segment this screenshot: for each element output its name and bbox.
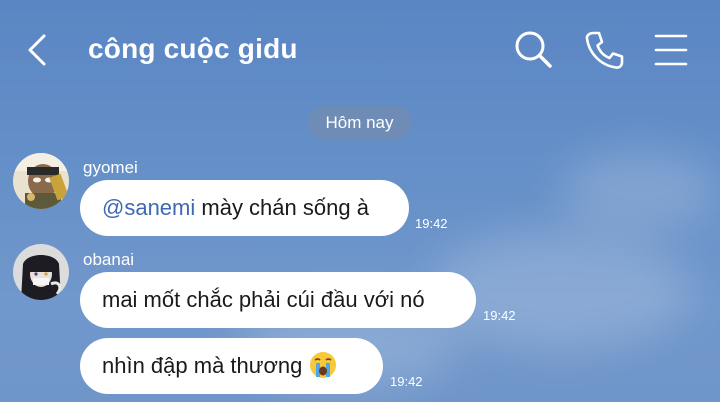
search-button[interactable] [512,28,556,72]
message-time: 19:42 [390,374,423,389]
phone-icon [585,31,624,69]
back-button[interactable] [22,30,56,70]
message-text: mày chán sống à [195,195,369,220]
chevron-left-icon [28,34,46,66]
mention-link[interactable]: @sanemi [102,195,195,220]
chat-title: công cuộc gidu [88,33,298,64]
chat-header: công cuộc gidu [0,0,720,100]
message-bubble[interactable]: mai mốt chắc phải cúi đầu với nó [80,272,476,328]
message-text: nhìn đập mà thương [102,353,303,378]
sender-name: obanai [83,250,135,269]
avatar-gyomei-image [13,153,69,209]
message-bubble[interactable]: @sanemi mày chán sống à [80,180,409,236]
message-time: 19:42 [483,308,516,323]
avatar-obanai-image [13,244,69,300]
message-bubble[interactable]: nhìn đập mà thương [80,338,383,394]
menu-button[interactable] [650,28,694,72]
date-separator: Hôm nay [308,106,411,140]
message-time: 19:42 [415,216,448,231]
background-cloud [560,150,720,230]
sender-name: gyomei [83,158,138,177]
avatar-gyomei[interactable] [13,153,69,209]
avatar-obanai[interactable] [13,244,69,300]
message-text: mai mốt chắc phải cúi đầu với nó [102,287,425,312]
search-icon [515,31,552,68]
call-button[interactable] [582,28,626,72]
menu-icon [654,34,688,66]
loudly-crying-face-icon [310,352,337,379]
